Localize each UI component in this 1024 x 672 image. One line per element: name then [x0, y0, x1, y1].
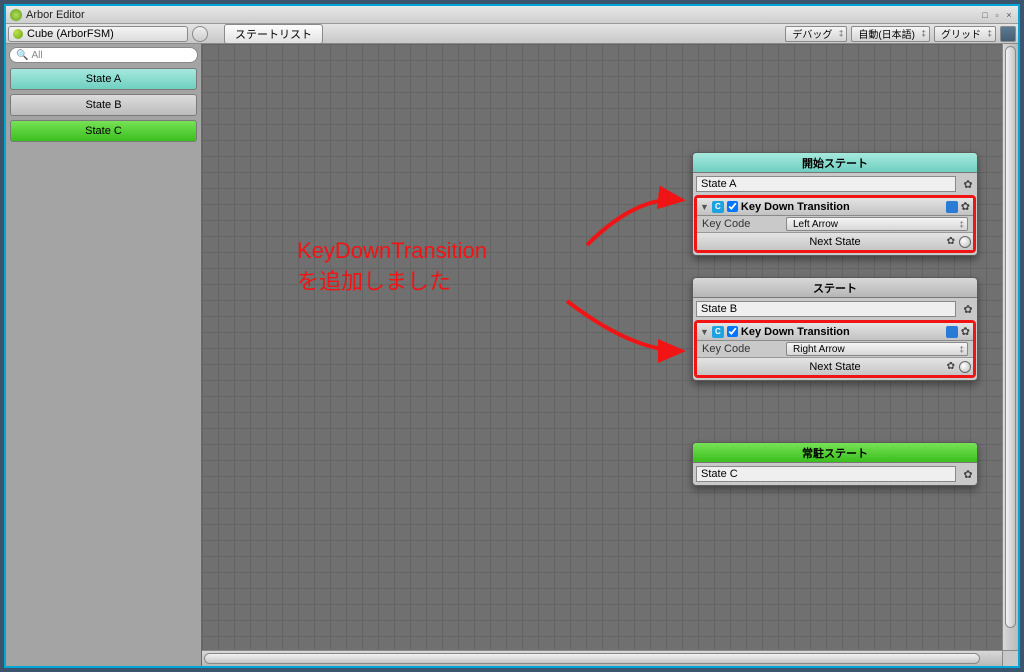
capture-button[interactable]	[1000, 26, 1016, 42]
node-state-a[interactable]: 開始ステート State A ✿ ▼ C Key Down Transition…	[692, 152, 978, 256]
help-icon[interactable]	[946, 201, 958, 213]
next-state-row[interactable]: Next State ✿	[697, 232, 973, 250]
script-icon: C	[712, 326, 724, 338]
behaviour-enable-checkbox[interactable]	[727, 201, 738, 212]
field-label: Key Code	[702, 343, 780, 355]
gear-icon[interactable]: ✿	[947, 361, 955, 372]
window-title: Arbor Editor	[26, 9, 85, 21]
annotation-arrow-1	[582, 190, 692, 255]
target-object-field[interactable]: Cube (ArborFSM)	[8, 26, 188, 42]
script-icon: C	[712, 201, 724, 213]
keycode-dropdown[interactable]: Right Arrow	[786, 342, 968, 356]
toolbar: Cube (ArborFSM) ステートリスト デバッグ 自動(日本語) グリッ…	[6, 24, 1018, 44]
gear-icon[interactable]: ✿	[961, 200, 970, 213]
object-name: Cube (ArborFSM)	[27, 28, 114, 40]
node-name-field[interactable]: State C	[696, 466, 956, 482]
object-picker-button[interactable]	[192, 26, 208, 42]
node-name-field[interactable]: State A	[696, 176, 956, 192]
transition-knob[interactable]	[959, 236, 971, 248]
behaviour-header[interactable]: ▼ C Key Down Transition ✿	[697, 198, 973, 216]
node-name-field[interactable]: State B	[696, 301, 956, 317]
gear-icon[interactable]: ✿	[947, 236, 955, 247]
behaviour-header[interactable]: ▼ C Key Down Transition ✿	[697, 323, 973, 341]
node-header[interactable]: 常駐ステート	[693, 443, 977, 463]
behaviour-keydown-b: ▼ C Key Down Transition ✿ Key Code Right…	[694, 320, 976, 378]
gear-icon[interactable]: ✿	[959, 303, 977, 316]
object-icon	[13, 29, 23, 39]
state-list-tab[interactable]: ステートリスト	[224, 24, 323, 44]
horizontal-scrollbar[interactable]	[202, 650, 1002, 666]
app-icon	[10, 9, 22, 21]
gear-icon[interactable]: ✿	[959, 468, 977, 481]
transition-knob[interactable]	[959, 361, 971, 373]
language-dropdown[interactable]: 自動(日本語)	[851, 26, 930, 42]
foldout-icon[interactable]: ▼	[700, 327, 709, 337]
node-header[interactable]: ステート	[693, 278, 977, 298]
foldout-icon[interactable]: ▼	[700, 202, 709, 212]
help-icon[interactable]	[946, 326, 958, 338]
magnifier-icon: 🔍	[16, 50, 28, 61]
annotation-arrow-2	[562, 296, 692, 371]
behaviour-keydown-a: ▼ C Key Down Transition ✿ Key Code Left …	[694, 195, 976, 253]
behaviour-title: Key Down Transition	[741, 201, 943, 213]
window-title-bar[interactable]: Arbor Editor □▫×	[6, 6, 1018, 24]
node-state-c[interactable]: 常駐ステート State C ✿	[692, 442, 978, 486]
scroll-thumb[interactable]	[1005, 46, 1016, 628]
sidebar-item-state-b[interactable]: State B	[10, 94, 197, 116]
field-label: Key Code	[702, 218, 780, 230]
node-state-b[interactable]: ステート State B ✿ ▼ C Key Down Transition ✿	[692, 277, 978, 381]
sidebar: 🔍 All State A State B State C	[6, 44, 202, 666]
next-state-row[interactable]: Next State ✿	[697, 357, 973, 375]
node-header[interactable]: 開始ステート	[693, 153, 977, 173]
window-controls[interactable]: □▫×	[978, 9, 1014, 21]
sidebar-item-state-c[interactable]: State C	[10, 120, 197, 142]
gear-icon[interactable]: ✿	[959, 178, 977, 191]
behaviour-enable-checkbox[interactable]	[727, 326, 738, 337]
keycode-dropdown[interactable]: Left Arrow	[786, 217, 968, 231]
scroll-thumb[interactable]	[204, 653, 980, 664]
grid-dropdown[interactable]: グリッド	[934, 26, 996, 42]
sidebar-item-state-a[interactable]: State A	[10, 68, 197, 90]
gear-icon[interactable]: ✿	[961, 325, 970, 338]
search-placeholder: All	[31, 50, 42, 61]
scroll-corner	[1002, 650, 1018, 666]
annotation-text: KeyDownTransition を追加しました	[297, 236, 487, 298]
behaviour-title: Key Down Transition	[741, 326, 943, 338]
debug-dropdown[interactable]: デバッグ	[785, 26, 847, 42]
graph-canvas[interactable]: 開始ステート State A ✿ ▼ C Key Down Transition…	[202, 44, 1018, 666]
vertical-scrollbar[interactable]	[1002, 44, 1018, 650]
search-input[interactable]: 🔍 All	[9, 47, 198, 63]
